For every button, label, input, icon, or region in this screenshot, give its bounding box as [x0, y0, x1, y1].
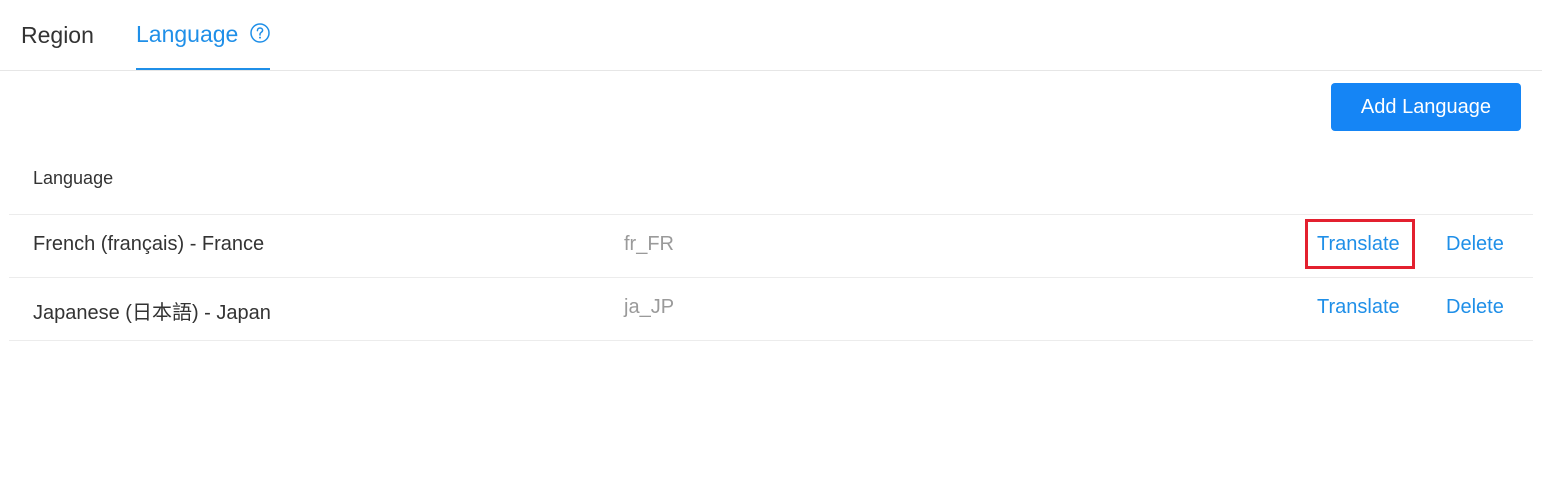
- tab-region[interactable]: Region: [21, 0, 94, 70]
- table-row: Japanese (日本語) - Japan ja_JP Translate D…: [9, 278, 1533, 341]
- translate-link[interactable]: Translate: [1317, 233, 1400, 256]
- tab-bar: Region Language: [0, 0, 1542, 71]
- tab-language[interactable]: Language: [136, 0, 271, 70]
- table-header: Language: [9, 146, 1533, 215]
- delete-link[interactable]: Delete: [1446, 296, 1504, 319]
- delete-link[interactable]: Delete: [1446, 233, 1504, 256]
- language-code: ja_JP: [624, 296, 675, 318]
- tab-language-label: Language: [136, 20, 239, 47]
- language-table: Language French (français) - France fr_F…: [9, 146, 1533, 341]
- language-code: fr_FR: [624, 233, 674, 255]
- table-row: French (français) - France fr_FR Transla…: [9, 215, 1533, 278]
- question-circle-icon[interactable]: [250, 23, 271, 43]
- column-header-language: Language: [33, 168, 114, 188]
- add-language-button[interactable]: Add Language: [1331, 83, 1521, 131]
- language-name: French (français) - France: [33, 233, 265, 255]
- language-name: Japanese (日本語) - Japan: [33, 302, 271, 324]
- translate-link[interactable]: Translate: [1317, 296, 1400, 319]
- tab-region-label: Region: [21, 21, 94, 48]
